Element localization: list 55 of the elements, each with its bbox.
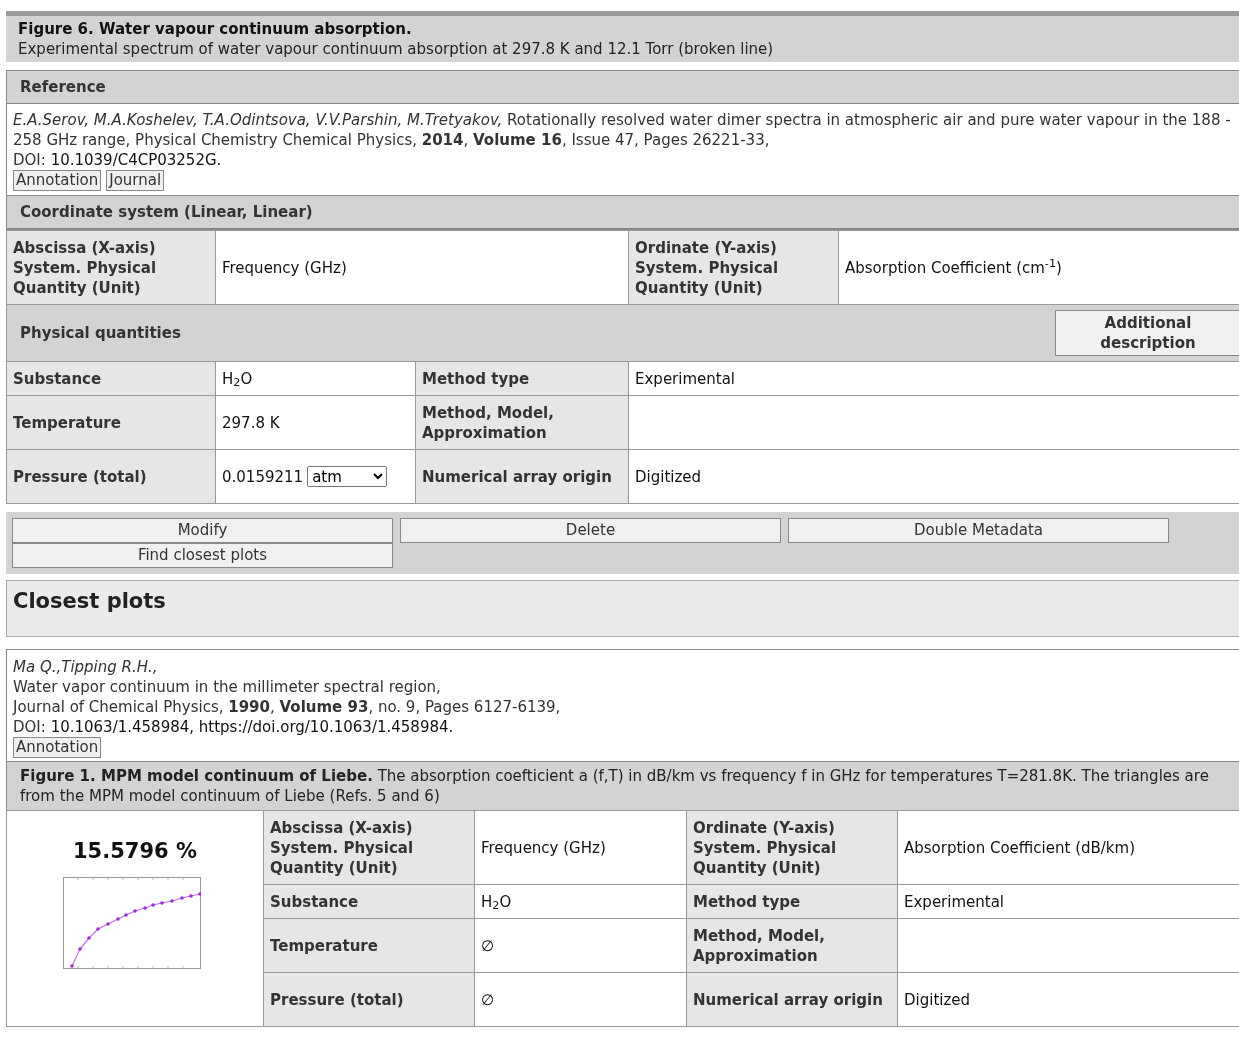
field-label: Abscissa (X-axis) System. Physical Quantity (Unit) (263, 810, 475, 885)
field-label: Numerical array origin (415, 449, 629, 504)
action-button[interactable]: Delete (400, 518, 781, 543)
action-button[interactable]: Modify (12, 518, 393, 543)
field-value: Experimental (628, 361, 1239, 396)
field-value: Absorption Coefficient (cm$^{-1}$) (838, 230, 1239, 305)
field-value: ∅ (474, 918, 687, 973)
field-value: Experimental (897, 884, 1239, 919)
unit-select[interactable]: atm (307, 466, 388, 487)
field-value: Digitized (897, 972, 1239, 1027)
field-label: Ordinate (Y-axis) System. Physical Quantity (Unit) (686, 810, 898, 885)
figure-title: Figure 6. Water vapour continuum absorption. (18, 19, 413, 39)
section-header: Coordinate system (Linear, Linear) (7, 195, 1239, 229)
figure-caption: Figure 1. MPM model continuum of Liebe. The absorption coefticient a (f,T) in dB/km vs frequency f in GHz for temperatures T=281.8K. The triangles are from the MPM model continuum of Liebe (Refs. 5 and 6) (7, 761, 1239, 810)
field-value: H$_{2}$O (474, 884, 687, 919)
field-value: 0.0159211 (222, 468, 304, 486)
field-value: ∅ (474, 972, 687, 1027)
doi-text: 10.1039/C4CP03252G. (50, 151, 222, 169)
field-label: Numerical array origin (686, 972, 898, 1027)
doi-label: DOI: (13, 151, 46, 169)
field-label: Method type (686, 884, 898, 919)
field-label: Pressure (total) (6, 449, 216, 504)
annotation-button[interactable]: Annotation (13, 170, 102, 191)
field-label: Pressure (total) (263, 972, 475, 1027)
section-heading: Closest plots (6, 580, 1239, 637)
doi-text: 10.1063/1.458984, https://doi.org/10.1063/1.458984. (50, 718, 454, 736)
action-button[interactable]: Find closest plots (12, 543, 393, 568)
field-label: Method type (415, 361, 629, 396)
section-header: Physical quantities (20, 323, 181, 343)
field-value: Absorption Coefficient (dB/km) (897, 810, 1239, 885)
doi-label: DOI: (13, 718, 46, 736)
field-value: H$_{2}$O (215, 361, 416, 396)
field-label: Substance (6, 361, 216, 396)
field-label: Method, Model, Approximation (686, 918, 898, 973)
citation-text: E.A.Serov, M.A.Koshelev, T.A.Odintsova, V.V.Parshin, M.Tretyakov, Rotationally resolved water dimer spectra in atmospheric air and pure water vapour in the 188 - 258 GHz range, Physical Chemistry Chemical Physics, 2014, Volume 16, Issue 47, Pages 26221-33, (13, 110, 1232, 150)
field-label: Method, Model, Approximation (415, 395, 629, 450)
annotation-button[interactable]: Journal (106, 170, 165, 191)
similarity-value: 15.5796 % (72, 841, 198, 861)
author-list: Ma Q.,Tipping R.H., (13, 657, 1238, 677)
field-value: 297.8 K (215, 395, 416, 450)
field-value: Frequency (GHz) (474, 810, 687, 885)
field-label: Temperature (263, 918, 475, 973)
annotation-button[interactable]: Annotation (13, 737, 102, 758)
field-label: Substance (263, 884, 475, 919)
additional-description-button[interactable]: Additional description (1055, 310, 1239, 356)
action-button[interactable]: Double Metadata (788, 518, 1169, 543)
field-value: Digitized (628, 449, 1239, 504)
field-value: Frequency (GHz) (215, 230, 629, 305)
section-header: Reference (7, 71, 1239, 104)
field-label: Temperature (6, 395, 216, 450)
figure-caption: Experimental spectrum of water vapour continuum absorption at 297.8 K and 12.1 Torr (broken line) (18, 39, 775, 59)
citation-line: Water vapor continuum in the millimeter spectral region, (13, 677, 442, 697)
citation-line: Journal of Chemical Physics, 1990, Volume 93, no. 9, Pages 6127-6139, (13, 697, 562, 717)
field-label: Ordinate (Y-axis) System. Physical Quantity (Unit) (628, 230, 839, 305)
field-label: Abscissa (X-axis) System. Physical Quantity (Unit) (6, 230, 216, 305)
